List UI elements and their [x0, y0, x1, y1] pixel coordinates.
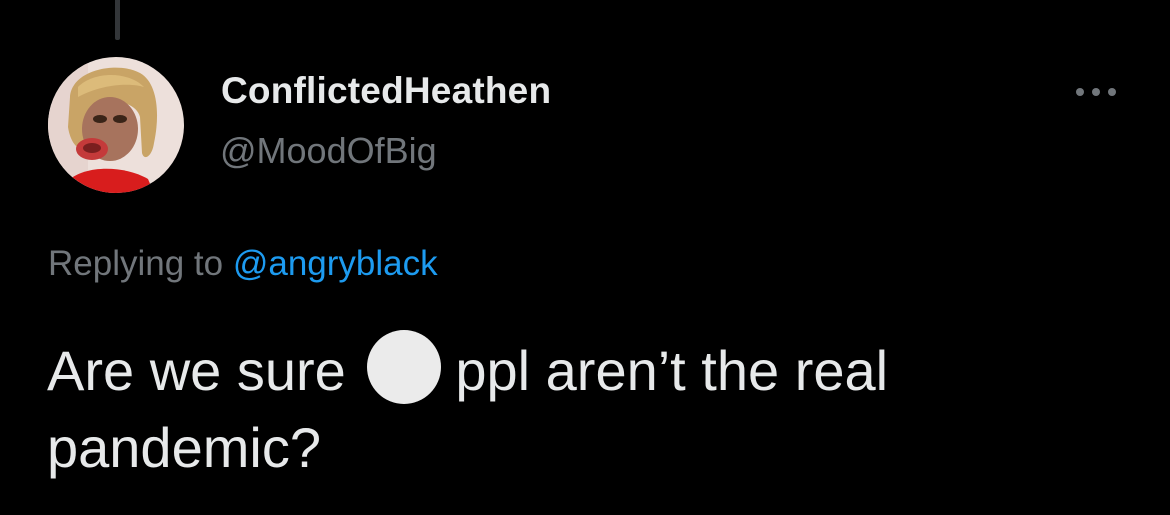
more-horizontal-icon	[1076, 88, 1116, 96]
reply-mention-link[interactable]: @angryblack	[233, 244, 438, 283]
white-circle-emoji	[367, 330, 442, 404]
tweet-text-part-1: Are we sure	[47, 339, 346, 402]
avatar[interactable]	[48, 57, 184, 193]
avatar-image	[48, 57, 184, 193]
reply-context: Replying to @angryblack	[48, 244, 438, 284]
tweet-body: Are we sure ppl aren’t the real pandemic…	[47, 330, 1127, 486]
thread-connector-line	[115, 0, 120, 40]
more-options-button[interactable]	[1068, 74, 1124, 110]
author-display-name[interactable]: ConflictedHeathen	[221, 70, 551, 112]
author-handle[interactable]: @MoodOfBig	[220, 130, 437, 172]
reply-context-label: Replying to	[48, 244, 224, 283]
